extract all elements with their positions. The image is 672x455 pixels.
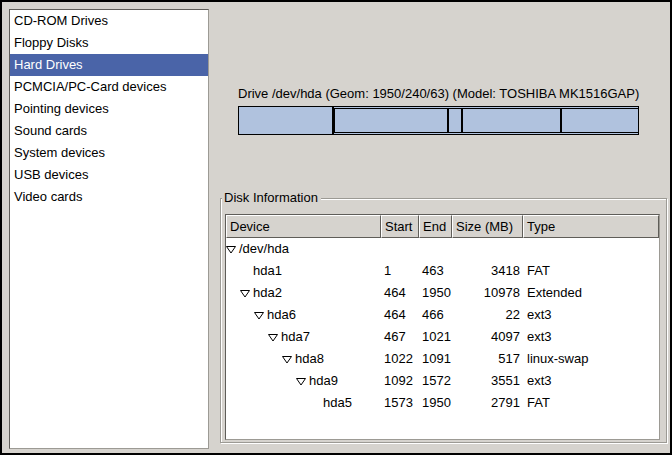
expander-open-icon[interactable] [240,289,250,298]
device-name: hda5 [323,392,352,414]
expander-spacer [310,399,320,408]
type-cell: linux-swap [523,348,659,370]
start-cell: 464 [381,304,419,326]
size-cell [452,238,523,260]
table-body: /dev/hdahda114633418FAThda2464195010978E… [226,238,659,414]
end-cell: 466 [419,304,452,326]
start-cell: 1573 [381,392,419,414]
column-header-size-mb-[interactable]: Size (MB) [452,215,523,238]
sidebar-item-sound-cards[interactable]: Sound cards [10,120,208,142]
end-cell: 463 [419,260,452,282]
table-row-hda2[interactable]: hda2 464195010978Extended [226,282,659,304]
start-cell: 1 [381,260,419,282]
type-cell: FAT [523,392,659,414]
column-header-end[interactable]: End [419,215,452,238]
sidebar-item-cd-rom-drives[interactable]: CD-ROM Drives [10,10,208,32]
table-header-row: DeviceStartEndSize (MB)Type [226,215,659,238]
table-row-hda9[interactable]: hda9 109215723551ext3 [226,370,659,392]
type-cell: FAT [523,260,659,282]
start-cell [381,238,419,260]
column-header-start[interactable]: Start [381,215,419,238]
end-cell: 1950 [419,282,452,304]
drive-geometry-label: Drive /dev/hda (Geom: 1950/240/63) (Mode… [238,86,639,101]
disk-information-frame-label: Disk Information [222,190,321,205]
sidebar-item-video-cards[interactable]: Video cards [10,186,208,208]
start-cell: 467 [381,326,419,348]
device-name: hda8 [295,348,324,370]
partition-bar [238,106,639,135]
size-cell: 3551 [452,370,523,392]
table-row-hda8[interactable]: hda8 10221091517linux-swap [226,348,659,370]
partition-segment-hda5[interactable] [561,108,639,133]
size-cell: 2791 [452,392,523,414]
size-cell: 4097 [452,326,523,348]
partition-segment-hda7[interactable] [334,108,448,133]
type-cell [523,238,659,260]
device-name: /dev/hda [239,238,289,260]
device-name: hda1 [253,260,282,282]
sidebar-item-usb-devices[interactable]: USB devices [10,164,208,186]
disk-information-table: DeviceStartEndSize (MB)Type /dev/hdahda1… [225,214,660,440]
sidebar-item-floppy-disks[interactable]: Floppy Disks [10,32,208,54]
size-cell: 22 [452,304,523,326]
end-cell: 1572 [419,370,452,392]
end-cell: 1091 [419,348,452,370]
device-name: hda6 [267,304,296,326]
type-cell: Extended [523,282,659,304]
partition-segment-hda8[interactable] [448,108,462,133]
expander-open-icon[interactable] [296,377,306,386]
column-header-device[interactable]: Device [226,215,381,238]
start-cell: 464 [381,282,419,304]
expander-open-icon[interactable] [268,333,278,342]
sidebar-item-hard-drives[interactable]: Hard Drives [10,54,208,76]
expander-open-icon[interactable] [226,245,236,254]
end-cell: 1950 [419,392,452,414]
expander-open-icon[interactable] [254,311,264,320]
expander-open-icon[interactable] [282,355,292,364]
sidebar-item-pointing-devices[interactable]: Pointing devices [10,98,208,120]
end-cell: 1021 [419,326,452,348]
table-row-hda5[interactable]: hda5 157319502791FAT [226,392,659,414]
column-header-type[interactable]: Type [523,215,659,238]
size-cell: 517 [452,348,523,370]
device-name: hda9 [309,370,338,392]
device-category-list: CD-ROM DrivesFloppy DisksHard DrivesPCMC… [9,9,209,449]
device-name: hda2 [253,282,282,304]
type-cell: ext3 [523,304,659,326]
table-row-hda7[interactable]: hda7 46710214097ext3 [226,326,659,348]
table-row-hda6[interactable]: hda6 46446622ext3 [226,304,659,326]
disk-information-frame: Disk Information DeviceStartEndSize (MB)… [220,198,667,443]
partition-segment-hda9[interactable] [462,108,561,133]
hardware-browser-window: CD-ROM DrivesFloppy DisksHard DrivesPCMC… [0,0,672,455]
start-cell: 1022 [381,348,419,370]
device-name: hda7 [281,326,310,348]
size-cell: 3418 [452,260,523,282]
start-cell: 1092 [381,370,419,392]
expander-spacer [240,267,250,276]
end-cell [419,238,452,260]
sidebar-item-system-devices[interactable]: System devices [10,142,208,164]
table-row-hda1[interactable]: hda1 14633418FAT [226,260,659,282]
sidebar-item-pcmcia-pc-card-devices[interactable]: PCMCIA/PC-Card devices [10,76,208,98]
size-cell: 10978 [452,282,523,304]
table-row--dev-hda[interactable]: /dev/hda [226,238,659,260]
type-cell: ext3 [523,326,659,348]
type-cell: ext3 [523,370,659,392]
partition-segment-hda1[interactable] [238,106,333,135]
